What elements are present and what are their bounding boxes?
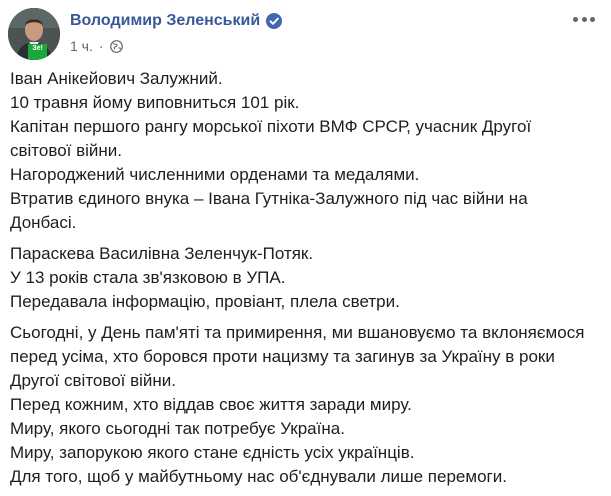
post-line: Другої світової війни. bbox=[10, 371, 177, 390]
post-line: світової війни. bbox=[10, 141, 123, 160]
post-header: Зе! Володимир Зеленський 1 ч. · bbox=[8, 8, 283, 60]
post-text: Іван Анікейович Залужний. 10 травня йому… bbox=[10, 67, 605, 489]
post-subline: 1 ч. · bbox=[70, 38, 282, 54]
more-dot bbox=[573, 16, 578, 22]
post-line: Перед кожним, хто віддав своє життя зара… bbox=[10, 395, 412, 414]
post-line: Передавала інформацію, провіант, плела с… bbox=[10, 292, 400, 311]
post-paragraph: Параскева Василівна Зеленчук-Потяк. У 13… bbox=[10, 242, 605, 314]
post-timestamp[interactable]: 1 ч. bbox=[70, 38, 93, 54]
post-line: Донбасі. bbox=[10, 213, 77, 232]
facebook-post: Зе! Володимир Зеленський 1 ч. · Іван Ані… bbox=[0, 0, 611, 496]
post-line: Параскева Василівна Зеленчук-Потяк. bbox=[10, 244, 314, 263]
more-options-icon[interactable] bbox=[573, 12, 595, 26]
meta-separator: · bbox=[98, 38, 104, 54]
more-dot bbox=[581, 16, 587, 22]
post-line: Сьогодні, у День пам'яті та примирення, … bbox=[10, 323, 585, 342]
more-dot bbox=[590, 16, 595, 22]
post-line: перед усіма, хто боровся проти нацизму т… bbox=[10, 347, 555, 366]
post-meta: Володимир Зеленський 1 ч. · bbox=[70, 11, 283, 54]
post-line: У 13 років стала зв'язковою в УПА. bbox=[10, 268, 286, 287]
globe-icon[interactable] bbox=[109, 39, 123, 53]
post-line: Втратив єдиного внука – Івана Гутніка-За… bbox=[10, 189, 528, 208]
post-line: 10 травня йому виповниться 101 рік. bbox=[10, 93, 300, 112]
post-line: Іван Анікейович Залужний. bbox=[10, 69, 223, 88]
avatar[interactable]: Зе! bbox=[8, 8, 60, 60]
post-line: Для того, щоб у майбутньому нас об'єднув… bbox=[10, 467, 507, 486]
post-line: Миру, якого сьогодні так потребує Україн… bbox=[10, 419, 345, 438]
post-line: Нагороджений численними орденами та меда… bbox=[10, 165, 420, 184]
name-row: Володимир Зеленський bbox=[70, 11, 283, 31]
post-paragraph: Сьогодні, у День пам'яті та примирення, … bbox=[10, 321, 605, 489]
verified-badge-icon bbox=[266, 13, 283, 29]
avatar-badge: Зе! bbox=[28, 44, 47, 60]
post-line: Капітан першого рангу морської піхоти ВМ… bbox=[10, 117, 532, 136]
author-name[interactable]: Володимир Зеленський bbox=[70, 11, 260, 31]
post-line: Миру, запорукою якого стане єдність усіх… bbox=[10, 443, 415, 462]
post-paragraph: Іван Анікейович Залужний. 10 травня йому… bbox=[10, 67, 605, 235]
